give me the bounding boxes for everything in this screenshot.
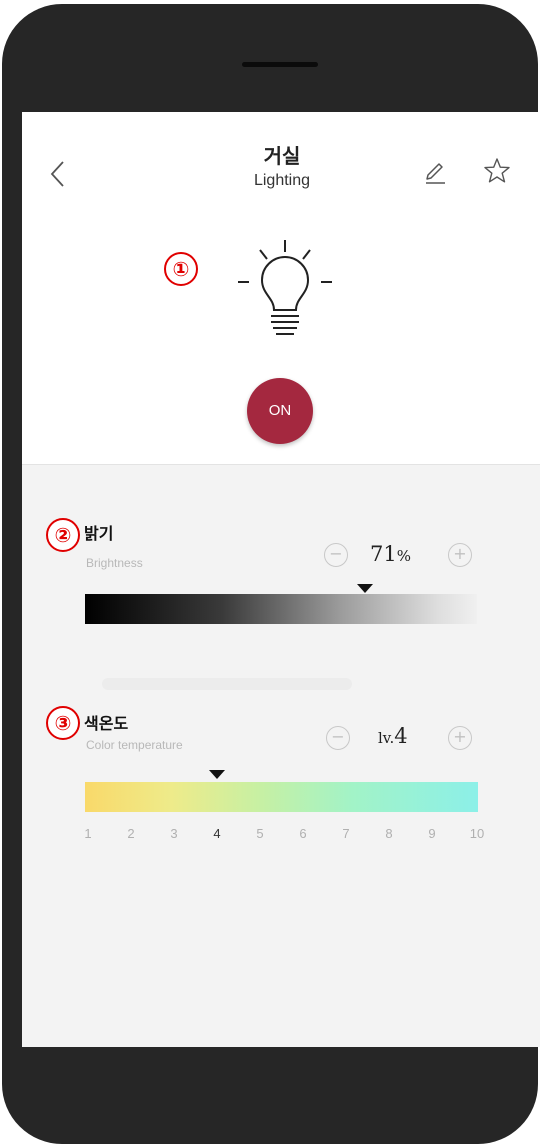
color-temperature-tick: 10 [469, 826, 485, 841]
color-temperature-tick: 8 [385, 826, 393, 841]
power-toggle-button[interactable]: ON [247, 378, 313, 444]
annotation-marker-2: ② [46, 518, 80, 552]
star-outline-icon[interactable] [482, 156, 512, 186]
color-temperature-sublabel: Color temperature [86, 738, 183, 752]
color-temperature-slider-track[interactable] [85, 782, 478, 812]
brightness-slider-track[interactable] [85, 594, 477, 624]
brightness-value: 71% [370, 542, 411, 566]
brightness-slider-thumb[interactable] [357, 584, 373, 593]
brightness-increase-button[interactable]: + [448, 543, 472, 567]
color-temperature-number: 4 [394, 724, 408, 748]
color-temperature-tick-selected: 4 [213, 826, 221, 841]
device-header-panel: 거실 Lighting ① ON [22, 112, 540, 465]
app-screen: 거실 Lighting ① ON ② 밝기 Brightness − 71% +… [22, 112, 540, 1047]
color-temperature-tick: 6 [299, 826, 307, 841]
color-temperature-slider-thumb[interactable] [209, 770, 225, 779]
section-divider [102, 678, 352, 690]
color-temperature-tick: 9 [428, 826, 436, 841]
chevron-left-icon[interactable] [46, 156, 70, 192]
device-type-label: Lighting [253, 172, 311, 189]
brightness-unit: % [396, 547, 411, 565]
annotation-marker-1: ① [164, 252, 198, 286]
annotation-marker-3: ③ [46, 706, 80, 740]
color-temperature-tick: 1 [84, 826, 92, 841]
color-temperature-prefix: lv. [378, 729, 395, 747]
brightness-number: 71 [370, 542, 397, 566]
color-temperature-tick: 7 [342, 826, 350, 841]
phone-frame: 거실 Lighting ① ON ② 밝기 Brightness − 71% +… [0, 0, 540, 1147]
color-temperature-tick: 3 [170, 826, 178, 841]
brightness-sublabel: Brightness [86, 556, 143, 570]
color-temperature-tick: 5 [256, 826, 264, 841]
phone-speaker [242, 62, 318, 67]
light-bulb-icon [238, 240, 332, 335]
color-temperature-tick: 2 [127, 826, 135, 841]
brightness-decrease-button[interactable]: − [324, 543, 348, 567]
pencil-icon[interactable] [422, 156, 450, 186]
color-temperature-value: lv.4 [378, 724, 408, 748]
color-temperature-increase-button[interactable]: + [448, 726, 472, 750]
color-temperature-decrease-button[interactable]: − [326, 726, 350, 750]
brightness-label: 밝기 [84, 524, 114, 543]
color-temperature-label: 색온도 [84, 714, 129, 733]
room-title: 거실 [263, 144, 301, 168]
